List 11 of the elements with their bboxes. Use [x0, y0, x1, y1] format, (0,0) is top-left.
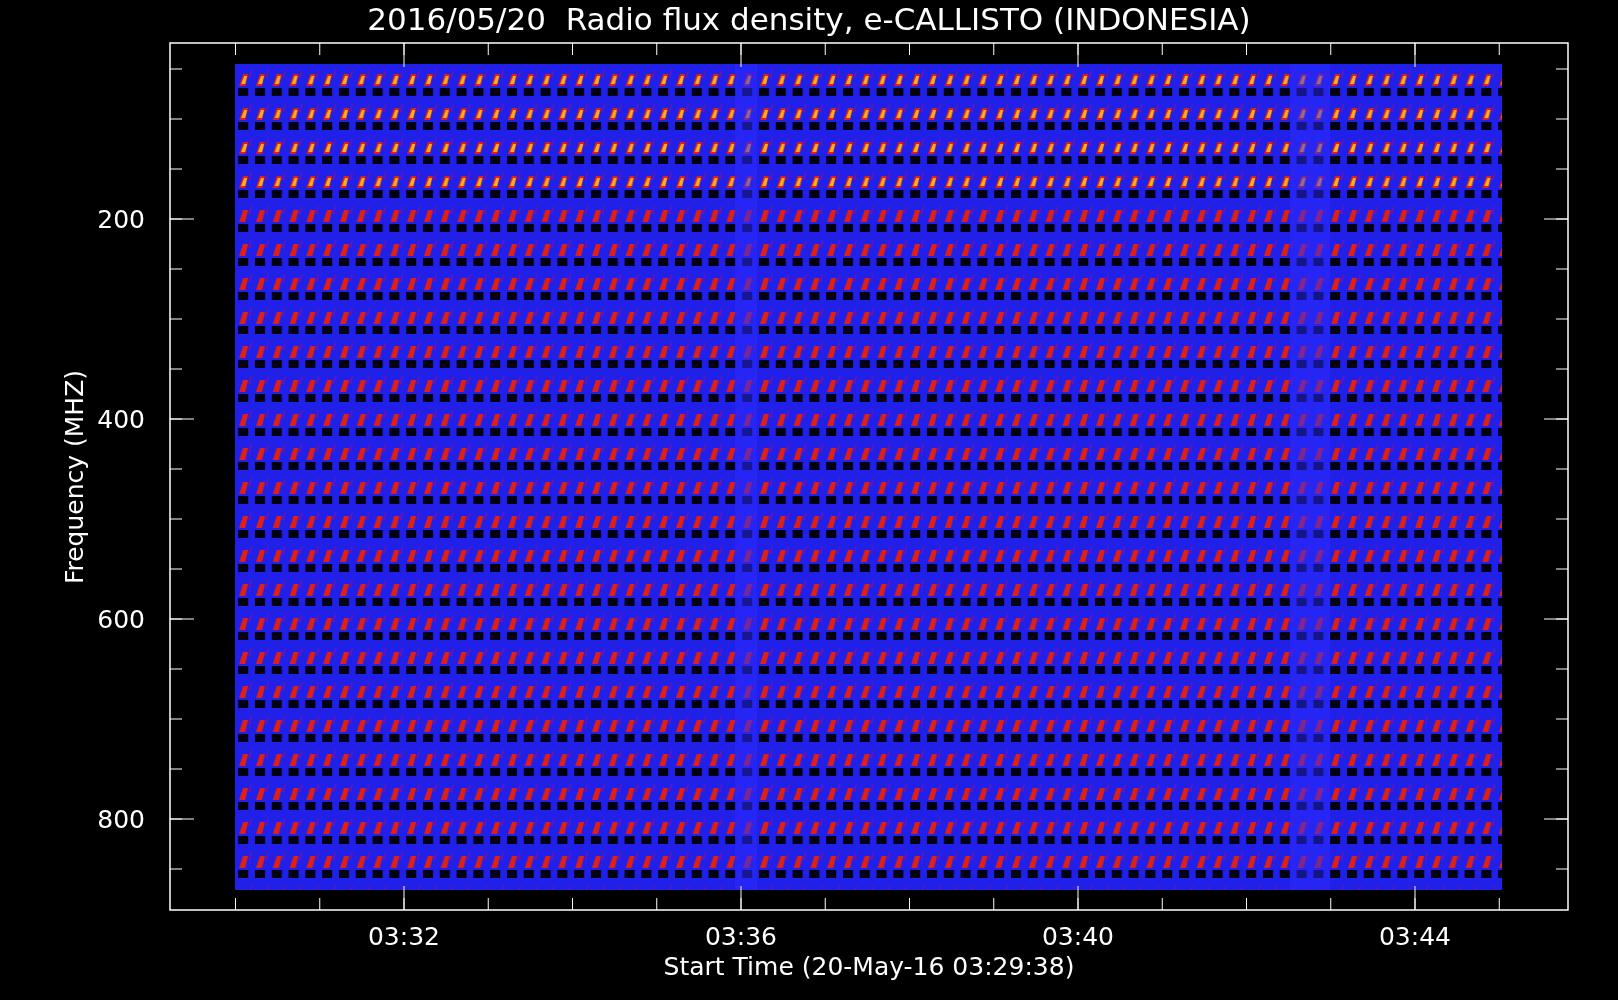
y-tick-label: 600: [97, 605, 145, 634]
x-tick-label: 03:40: [1042, 922, 1114, 951]
y-tick-label: 400: [97, 405, 145, 434]
x-tick-label: 03:44: [1379, 922, 1451, 951]
y-tick-label: 800: [97, 805, 145, 834]
plot-title: 2016/05/20 Radio flux density, e-CALLISTO (INDONESIA): [367, 1, 1251, 37]
y-axis-label: Frequency (MHZ): [60, 369, 89, 585]
y-tick-label: 200: [97, 205, 145, 234]
x-axis-label: Start Time (20-May-16 03:29:38): [663, 952, 1075, 981]
x-tick-label: 03:36: [705, 922, 777, 951]
x-tick-label: 03:32: [368, 922, 440, 951]
